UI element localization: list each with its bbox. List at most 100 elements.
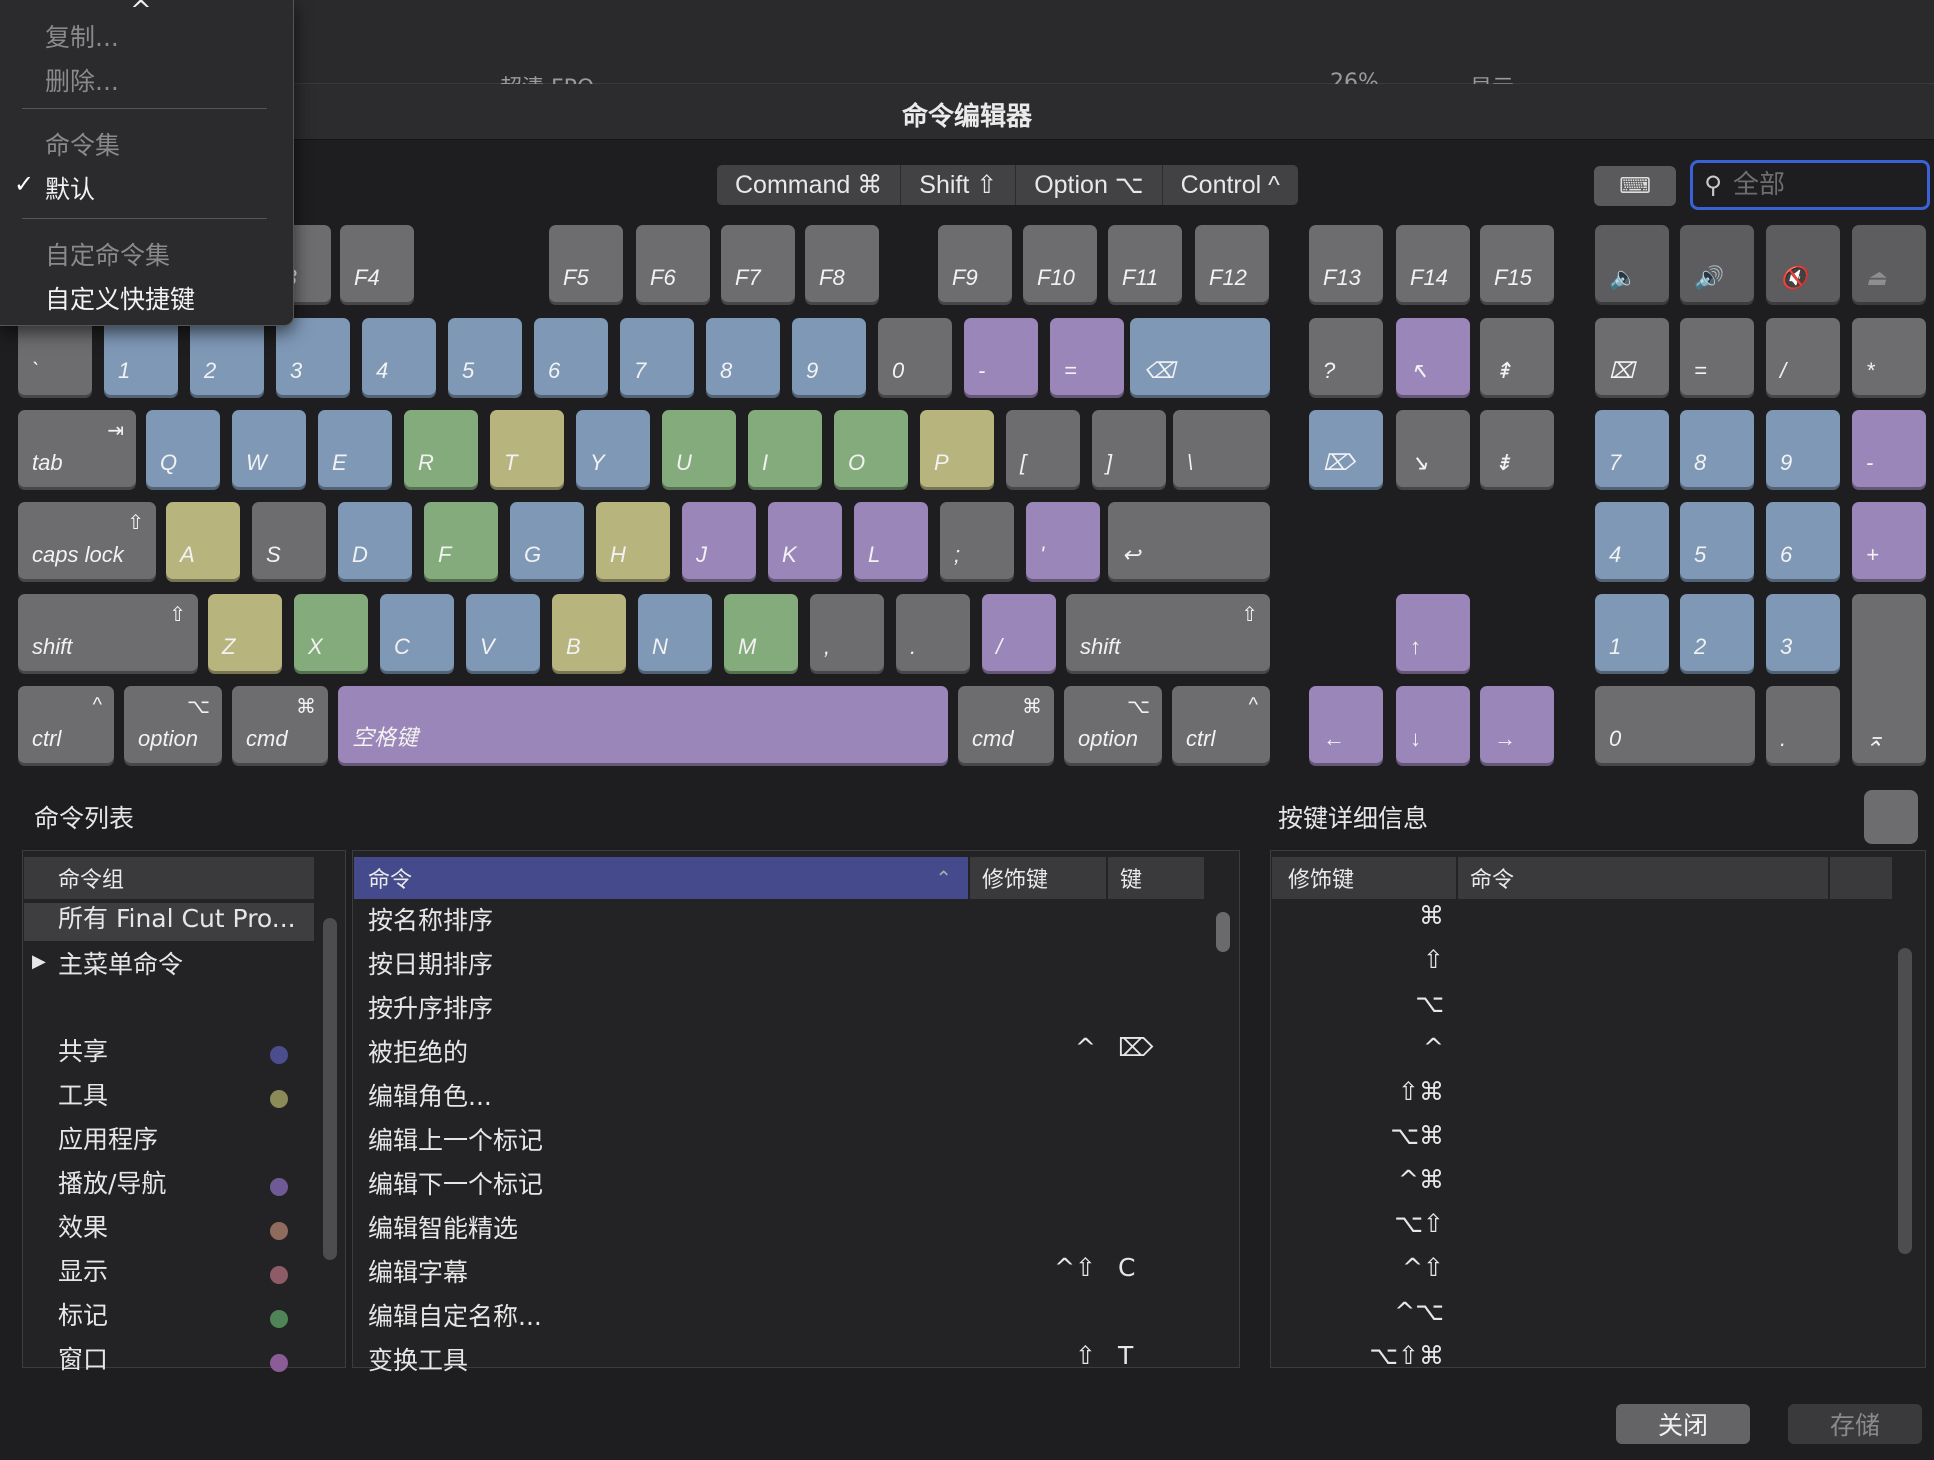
key-numpad-decimal[interactable]: . (1766, 686, 1840, 766)
group-item[interactable]: 主菜单命令 (58, 945, 183, 981)
detail-command-header[interactable]: 命令 (1458, 857, 1828, 899)
key-num-0[interactable]: ` (18, 318, 92, 398)
disclosure-triangle-icon[interactable]: ▶ (32, 951, 46, 972)
command-row[interactable]: 编辑自定名称... (368, 1297, 542, 1333)
modifier-column-header[interactable]: 修饰键 (970, 857, 1106, 899)
detail-modifier-row[interactable]: ⌥⌘ (1340, 1121, 1444, 1150)
key-a-6[interactable]: H (596, 502, 670, 582)
key-shift-left[interactable]: shift ⇧ (18, 594, 198, 674)
key-z-4[interactable]: V (466, 594, 540, 674)
key-a-1[interactable]: A (166, 502, 240, 582)
save-button[interactable]: 存储 (1788, 1404, 1922, 1444)
group-item[interactable]: 窗口 (58, 1340, 108, 1376)
key-help[interactable]: ? (1309, 318, 1383, 398)
menu-item-default[interactable]: 默认 (45, 170, 95, 206)
key-cmd-right[interactable]: cmd ⌘ (958, 686, 1054, 766)
keyboard-view-button[interactable]: ⌨ (1594, 166, 1676, 206)
command-row[interactable]: 变换工具 (368, 1341, 468, 1377)
key-arrow-right[interactable]: → (1480, 686, 1554, 766)
detail-modifier-row[interactable]: ⇧ (1340, 945, 1444, 974)
group-item[interactable]: 应用程序 (58, 1120, 158, 1156)
key-numpad-7[interactable]: - (1852, 410, 1926, 490)
key-num-9[interactable]: 9 (792, 318, 866, 398)
key-num-5[interactable]: 5 (448, 318, 522, 398)
key-numpad-6[interactable]: 9 (1766, 410, 1840, 490)
key-numpad-enter[interactable]: ⌅ (1852, 594, 1926, 766)
key-ctrl-right[interactable]: ctrl ^ (1172, 686, 1270, 766)
command-row[interactable]: 按日期排序 (368, 945, 493, 981)
key-q-10[interactable]: P (920, 410, 994, 490)
detail-modifier-row[interactable]: ⇧⌘ (1340, 1077, 1444, 1106)
key-z-9[interactable]: . (896, 594, 970, 674)
key-numpad-3[interactable]: * (1852, 318, 1926, 398)
key-q-1[interactable]: Q (146, 410, 220, 490)
key-a-10[interactable]: ; (940, 502, 1014, 582)
command-row[interactable]: 编辑上一个标记 (368, 1121, 543, 1157)
key-num-7[interactable]: 7 (620, 318, 694, 398)
key-numpad-11[interactable]: + (1852, 502, 1926, 582)
key-f8[interactable]: F8 (805, 225, 879, 305)
key-numpad-12[interactable]: 1 (1595, 594, 1669, 674)
group-item[interactable]: 工具 (58, 1076, 108, 1112)
group-item[interactable]: 效果 (58, 1208, 108, 1244)
key-a-7[interactable]: J (682, 502, 756, 582)
key-eject[interactable]: ⏏ (1852, 225, 1926, 305)
key-numpad-5[interactable]: 8 (1680, 410, 1754, 490)
group-item[interactable]: 显示 (58, 1252, 108, 1288)
modifier-command-button[interactable]: Command ⌘ (717, 165, 902, 205)
key-numpad-2[interactable]: / (1766, 318, 1840, 398)
key-num-8[interactable]: 8 (706, 318, 780, 398)
key-num-6[interactable]: 6 (534, 318, 608, 398)
key-f6[interactable]: F6 (636, 225, 710, 305)
key-option-right[interactable]: option ⌥ (1064, 686, 1162, 766)
group-item[interactable]: 标记 (58, 1296, 108, 1332)
command-row[interactable]: 被拒绝的 (368, 1033, 468, 1069)
key-q-3[interactable]: E (318, 410, 392, 490)
close-button[interactable]: 关闭 (1616, 1404, 1750, 1444)
command-row[interactable]: 按升序排序 (368, 989, 493, 1025)
key-f10[interactable]: F10 (1023, 225, 1097, 305)
groups-header[interactable]: 命令组 (24, 857, 314, 899)
command-row[interactable]: 按名称排序 (368, 901, 493, 937)
key-z-2[interactable]: X (294, 594, 368, 674)
key-f4[interactable]: F4 (340, 225, 414, 305)
key-forward-delete[interactable]: ⌦ (1309, 410, 1383, 490)
key-num-1[interactable]: 1 (104, 318, 178, 398)
key-z-8[interactable]: , (810, 594, 884, 674)
key-num-12[interactable]: = (1050, 318, 1124, 398)
key-page-up[interactable]: ⇞ (1480, 318, 1554, 398)
key-cmd-left[interactable]: cmd ⌘ (232, 686, 328, 766)
key-a-8[interactable]: K (768, 502, 842, 582)
key-numpad-0[interactable]: ⌧ (1595, 318, 1669, 398)
key-option-left[interactable]: option ⌥ (124, 686, 222, 766)
detail-modifier-row[interactable]: ^ (1340, 1033, 1444, 1062)
key-q-8[interactable]: I (748, 410, 822, 490)
menu-scroll-up-icon[interactable]: ^ (130, 0, 152, 26)
key-caps-lock[interactable]: caps lock ⇧ (18, 502, 156, 582)
key-f5[interactable]: F5 (549, 225, 623, 305)
key-home[interactable]: ↖ (1396, 318, 1470, 398)
key-end[interactable]: ↘ (1396, 410, 1470, 490)
key-numpad-14[interactable]: 3 (1766, 594, 1840, 674)
key-q-6[interactable]: Y (576, 410, 650, 490)
commands-scrollbar[interactable] (1216, 912, 1230, 952)
key-q-5[interactable]: T (490, 410, 564, 490)
detail-modifier-row[interactable]: ^⌥ (1340, 1297, 1444, 1326)
key-a-11[interactable]: ' (1026, 502, 1100, 582)
key-z-5[interactable]: B (552, 594, 626, 674)
key-q-7[interactable]: U (662, 410, 736, 490)
key-media-0[interactable]: 🔈 (1595, 225, 1669, 305)
key-a-2[interactable]: S (252, 502, 326, 582)
detail-modifier-row[interactable]: ⌥⇧ (1340, 1209, 1444, 1238)
key-f9[interactable]: F9 (938, 225, 1012, 305)
command-row[interactable]: 编辑智能精选 (368, 1209, 518, 1245)
key-f13[interactable]: F13 (1309, 225, 1383, 305)
command-column-header[interactable]: 命令 ⌃ (354, 857, 968, 899)
group-item[interactable]: 所有 Final Cut Pro... (58, 899, 296, 935)
key-f11[interactable]: F11 (1108, 225, 1182, 305)
key-num-2[interactable]: 2 (190, 318, 264, 398)
key-numpad-1[interactable]: = (1680, 318, 1754, 398)
key-ctrl-left[interactable]: ctrl ^ (18, 686, 114, 766)
key-q-2[interactable]: W (232, 410, 306, 490)
key-z-10[interactable]: / (982, 594, 1056, 674)
